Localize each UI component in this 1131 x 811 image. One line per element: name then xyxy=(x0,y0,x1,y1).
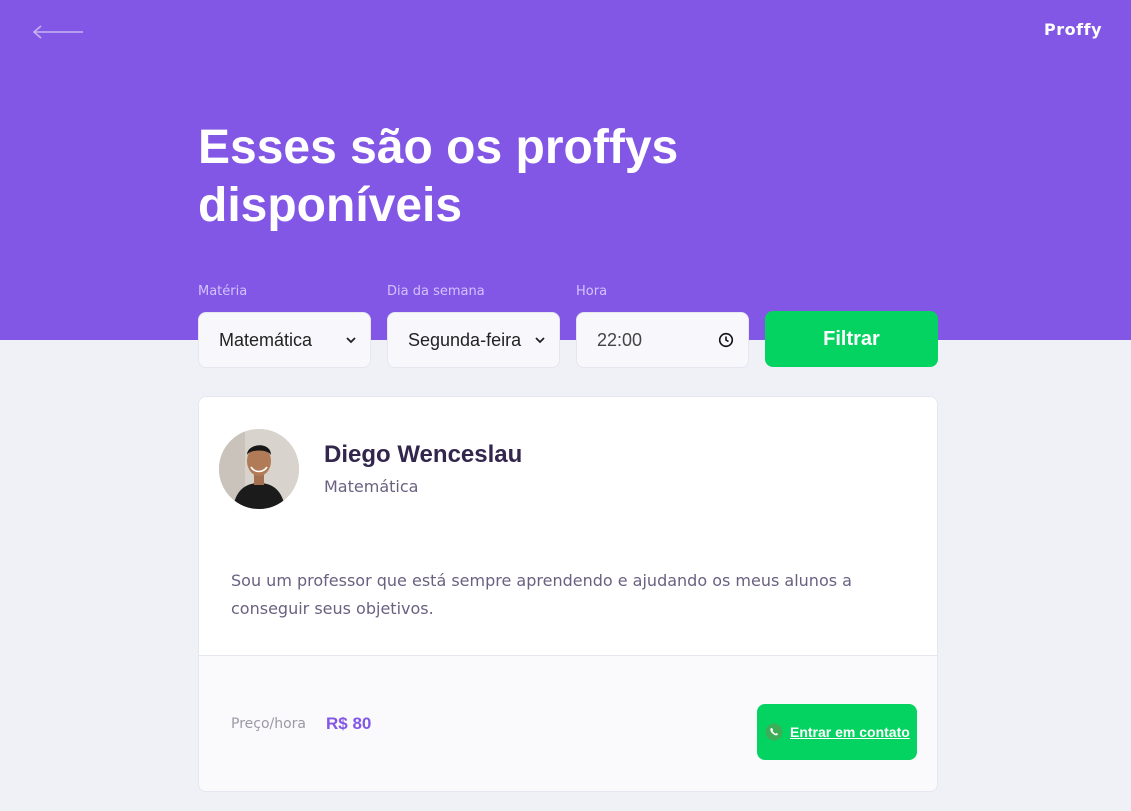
clock-icon[interactable] xyxy=(718,332,734,348)
time-field: Hora 22:00 xyxy=(576,284,749,368)
back-button[interactable] xyxy=(32,22,84,42)
weekday-label: Dia da semana xyxy=(387,284,485,299)
time-input-value: 22:00 xyxy=(597,329,643,350)
card-footer: Preço/hora R$ 80 Entrar em contato xyxy=(199,655,937,791)
subject-select-value: Matemática xyxy=(219,329,313,350)
chevron-down-icon xyxy=(535,337,545,344)
page-title: Esses são os proffys disponíveis xyxy=(198,121,679,232)
avatar xyxy=(219,429,299,509)
teacher-card: Diego Wenceslau Matemática Sou um profes… xyxy=(198,396,938,792)
price-label: Preço/hora xyxy=(231,716,307,732)
teacher-name: Diego Wenceslau xyxy=(324,441,523,468)
subject-field: Matéria Matemática xyxy=(198,284,371,368)
time-input[interactable]: 22:00 xyxy=(576,312,749,368)
filter-button[interactable]: Filtrar xyxy=(765,311,938,367)
price-value: R$ 80 xyxy=(326,714,372,733)
contact-button-label: Entrar em contato xyxy=(790,724,910,740)
subject-label: Matéria xyxy=(198,284,248,299)
teacher-bio: Sou um professor que está sempre aprende… xyxy=(231,571,852,618)
whatsapp-icon xyxy=(765,723,783,741)
time-label: Hora xyxy=(576,284,608,299)
subject-select[interactable]: Matemática xyxy=(198,312,371,368)
teacher-subject: Matemática xyxy=(324,477,419,496)
contact-button[interactable]: Entrar em contato xyxy=(757,704,917,760)
proffy-logo: Proffy xyxy=(1044,20,1102,39)
teacher-photo xyxy=(219,429,299,509)
weekday-field: Dia da semana Segunda-feira xyxy=(387,284,560,368)
chevron-down-icon xyxy=(346,337,356,344)
weekday-select[interactable]: Segunda-feira xyxy=(387,312,560,368)
weekday-select-value: Segunda-feira xyxy=(408,329,522,350)
arrow-left-icon xyxy=(32,25,83,39)
